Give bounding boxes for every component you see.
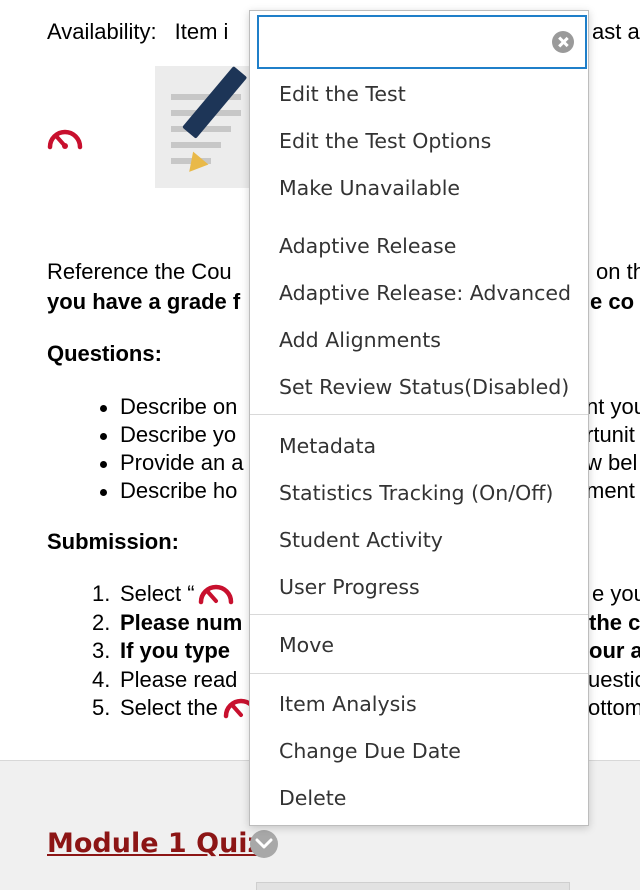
speedometer-icon <box>198 584 233 605</box>
question-item: Describe on nt you <box>96 393 640 421</box>
menu-item-make-unavailable[interactable]: Make Unavailable <box>279 175 460 201</box>
submission-item: 5. Select the ottom <box>92 695 640 720</box>
question-item: Describe yo rtunit <box>96 421 635 449</box>
submission-heading: Submission: <box>47 529 180 554</box>
question-item: Provide an aw bel <box>96 449 637 477</box>
availability-line: Availability: Item i <box>47 19 228 45</box>
menu-item-item-analysis[interactable]: Item Analysis <box>279 691 417 717</box>
menu-item-delete[interactable]: Delete <box>279 785 346 811</box>
submission-item: 2. Please num the c <box>92 609 640 635</box>
availability-label: Availability: <box>47 19 157 44</box>
question-item: Describe ho ment <box>96 477 635 505</box>
questions-list: Describe on nt you Describe yo rtunit Prov… <box>96 393 640 505</box>
item-options-button[interactable] <box>250 830 278 858</box>
menu-divider <box>250 614 588 615</box>
submission-list: 1. Select “e you 2. Please num the c 3. If y… <box>92 580 640 723</box>
module-1-quiz-link[interactable]: Module 1 Quiz <box>47 828 263 859</box>
menu-item-edit-test[interactable]: Edit the Test <box>279 81 406 107</box>
speedometer-icon <box>47 129 83 150</box>
menu-divider <box>250 414 588 415</box>
menu-item-student-activity[interactable]: Student Activity <box>279 527 443 553</box>
menu-item-add-alignments[interactable]: Add Alignments <box>279 327 441 353</box>
menu-item-set-review-status[interactable]: Set Review Status(Disabled) <box>279 374 569 400</box>
menu-item-edit-test-options[interactable]: Edit the Test Options <box>279 128 491 154</box>
context-menu: Edit the Test Edit the Test Options Make… <box>249 10 589 826</box>
chevron-down-icon <box>255 838 273 849</box>
description-line-1-right: on th <box>596 259 640 284</box>
description-line-1: Reference the Cou <box>47 259 232 284</box>
submission-item: 3. If you type our a <box>92 638 640 663</box>
submission-item: 1. Select “e you <box>92 581 640 606</box>
menu-item-user-progress[interactable]: User Progress <box>279 574 420 600</box>
menu-item-metadata[interactable]: Metadata <box>279 433 376 459</box>
clear-circle-icon[interactable] <box>552 31 574 53</box>
menu-item-move[interactable]: Move <box>279 632 334 658</box>
menu-divider <box>250 673 588 674</box>
availability-text-right: ast av <box>592 19 640 44</box>
description-line-2: you have a grade f <box>47 289 241 314</box>
menu-item-statistics-tracking[interactable]: Statistics Tracking (On/Off) <box>279 480 553 506</box>
menu-item-adaptive-release[interactable]: Adaptive Release <box>279 233 456 259</box>
next-item-edge <box>256 882 570 890</box>
menu-search-input[interactable] <box>257 15 587 69</box>
questions-heading: Questions: <box>47 341 162 366</box>
description-line-2-right: e co <box>590 289 635 314</box>
availability-text-left: Item i <box>174 19 229 44</box>
menu-item-adaptive-release-advanced[interactable]: Adaptive Release: Advanced <box>279 280 571 306</box>
submission-item: 4. Please read uestic <box>92 666 640 692</box>
menu-item-change-due-date[interactable]: Change Due Date <box>279 738 461 764</box>
